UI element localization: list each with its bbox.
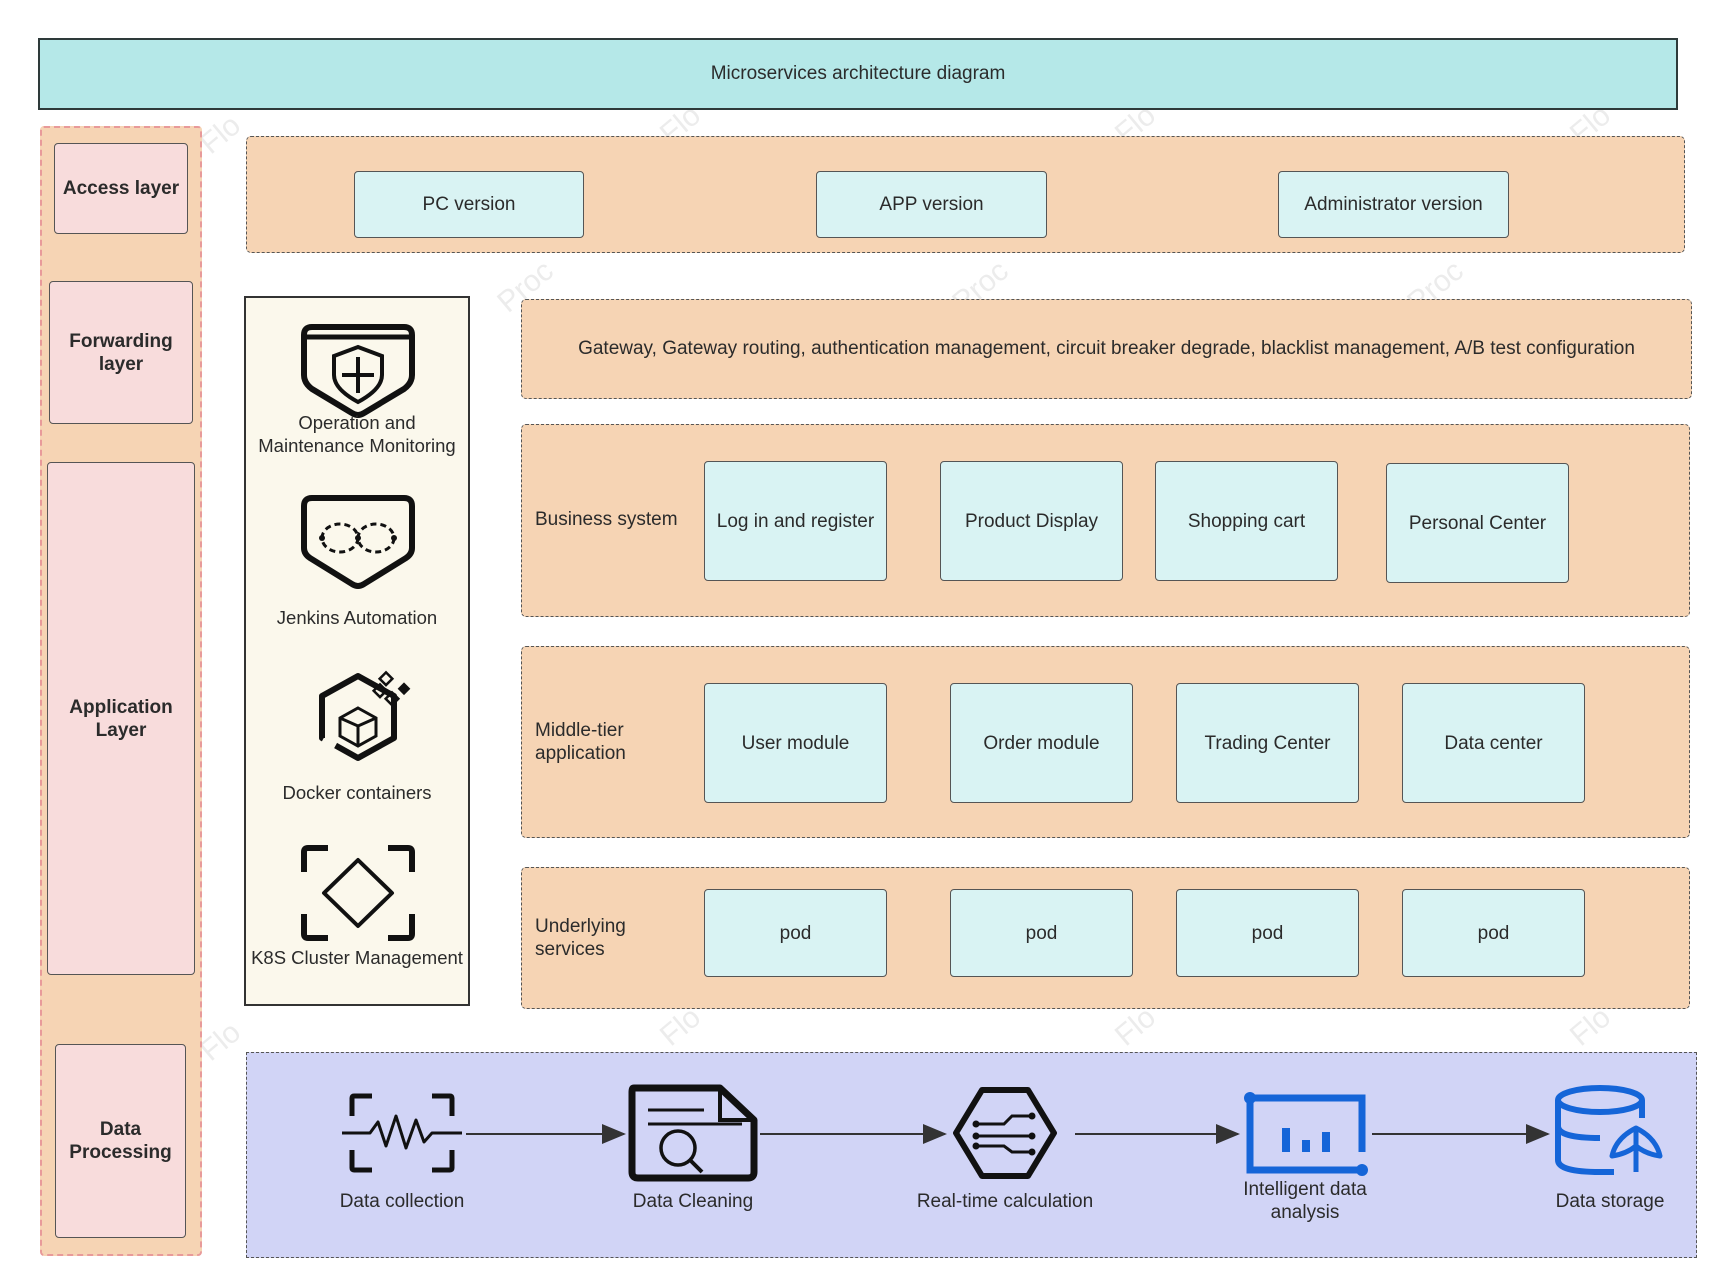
data-cleaning-label: Data Cleaning [632,1191,754,1212]
data-flow-arrows [466,1124,1550,1144]
bar-chart-icon [1244,1092,1368,1176]
realtime-calculation-label: Real-time calculation [916,1191,1094,1212]
data-collection-label: Data collection [339,1191,465,1212]
waveform-frame-icon [342,1093,462,1173]
intelligent-analysis-label: Intelligent data analysis [1243,1179,1367,1223]
data-storage-label: Data storage [1555,1191,1665,1212]
hexagon-circuit-icon [953,1087,1057,1179]
database-icon [1555,1085,1663,1175]
document-search-icon [628,1084,758,1182]
